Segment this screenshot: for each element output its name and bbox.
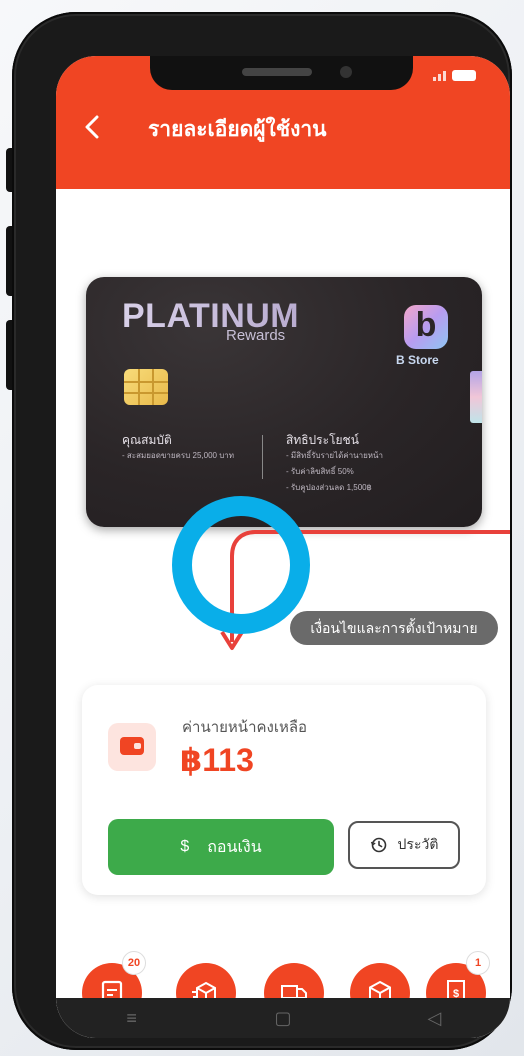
- phone-frame: รายละเอียดผู้ใช้งาน PLATINUM Rewards B S…: [12, 12, 512, 1050]
- phone-screen: รายละเอียดผู้ใช้งาน PLATINUM Rewards B S…: [56, 56, 510, 1038]
- annotation-arrow: [220, 530, 510, 650]
